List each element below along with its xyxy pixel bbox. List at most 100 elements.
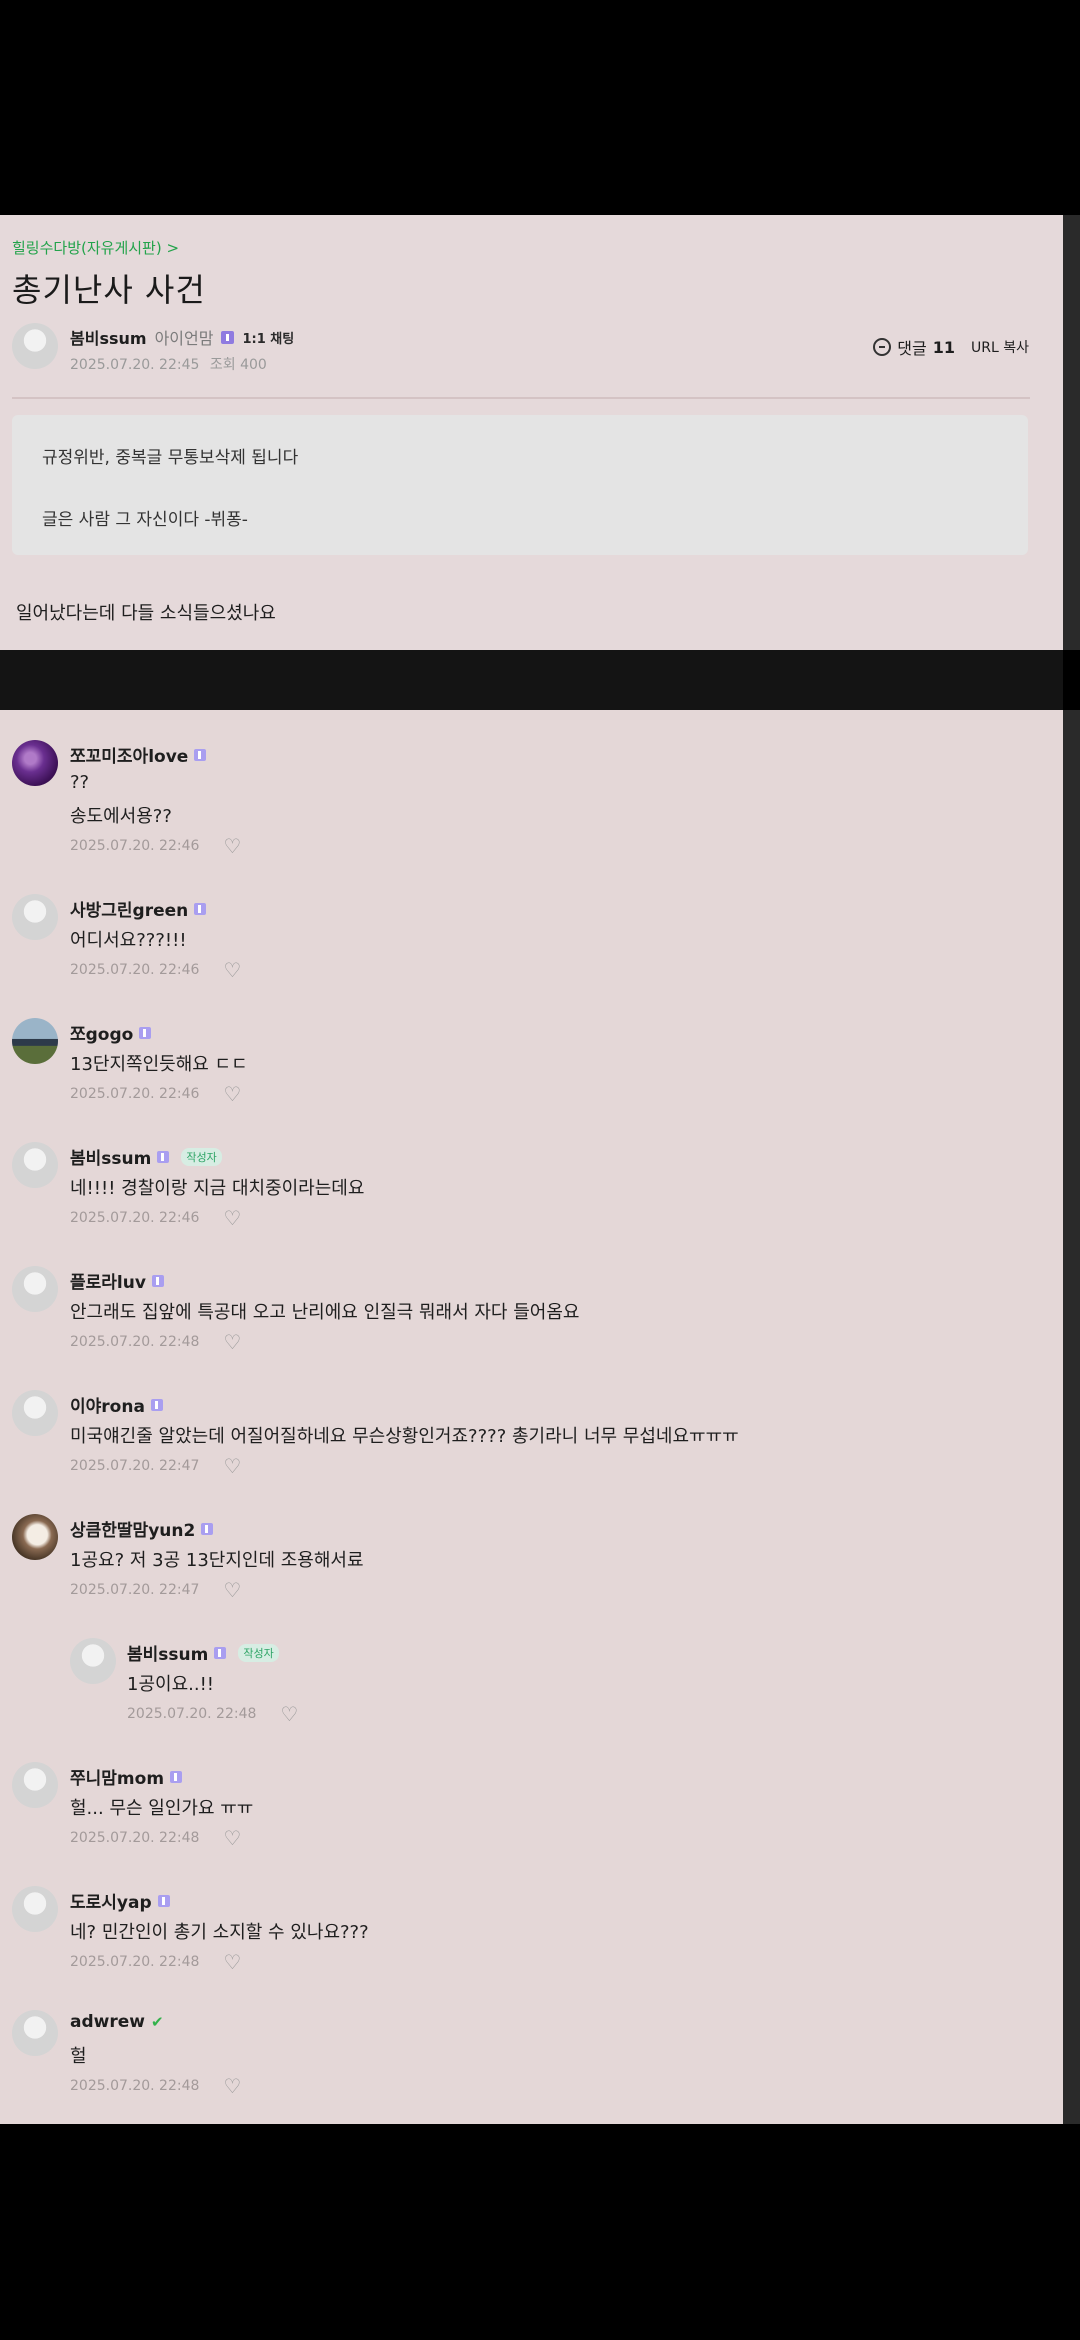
comment-time: 2025.07.20. 22:47 <box>70 1458 200 1474</box>
author-tag: 작성자 <box>238 1643 279 1662</box>
commenter-name[interactable]: 쭈니맘mom <box>70 1764 164 1789</box>
level-badge-icon <box>157 1894 170 1907</box>
heart-icon[interactable]: ♡ <box>223 1332 241 1352</box>
heart-icon[interactable]: ♡ <box>223 1580 241 1600</box>
post-title: 총기난사 사건 <box>12 271 206 309</box>
commenter-name-row: 사방그린green <box>70 896 207 921</box>
comment-text: 헐 <box>70 2046 87 2067</box>
comment-meta: 2025.07.20. 22:46 ♡ <box>70 960 241 980</box>
chat-button[interactable]: 1:1 채팅 <box>242 328 294 347</box>
post-panel: 힐링수다방(자유게시판) > 총기난사 사건 봄비ssum 아이언맘 1:1 채… <box>0 215 1063 650</box>
commenter-name[interactable]: 쪼gogo <box>70 1020 133 1045</box>
commenter-avatar[interactable] <box>12 1390 58 1436</box>
heart-icon[interactable]: ♡ <box>280 1704 298 1724</box>
comment-list: 쪼꼬미조아love ?? 송도에서용?? 2025.07.20. 22:46 ♡… <box>0 710 1063 2124</box>
comment-text: 네!!!! 경찰이랑 지금 대치중이라는데요 <box>70 1178 365 1199</box>
commenter-name[interactable]: 이야rona <box>70 1392 145 1417</box>
commenter-avatar[interactable] <box>12 894 58 940</box>
author-name[interactable]: 봄비ssum <box>70 325 147 349</box>
level-badge-icon <box>170 1770 183 1783</box>
level-badge-icon <box>194 902 207 915</box>
heart-icon[interactable]: ♡ <box>223 1456 241 1476</box>
comment-text: 송도에서용?? <box>70 806 172 827</box>
comment-meta: 2025.07.20. 22:46 ♡ <box>70 1208 241 1228</box>
commenter-name-row: 쭈니맘mom <box>70 1764 183 1789</box>
commenter-avatar[interactable] <box>12 1886 58 1932</box>
heart-icon[interactable]: ♡ <box>223 1828 241 1848</box>
comment-time: 2025.07.20. 22:48 <box>70 1954 200 1970</box>
comment-text: ?? <box>70 772 90 793</box>
comment-text: 13단지쪽인듯해요 ㄷㄷ <box>70 1054 248 1075</box>
notice-box: 규정위반, 중복글 무통보삭제 됩니다 글은 사람 그 자신이다 -뷔퐁- <box>12 415 1028 555</box>
commenter-name-row: 쪼gogo <box>70 1020 152 1045</box>
comment-text: 미국얘긴줄 알았는데 어질어질하네요 무슨상황인거죠???? 총기라니 너무 무… <box>70 1426 739 1447</box>
comment-text: 어디서요???!!! <box>70 930 187 951</box>
post-meta: 2025.07.20. 22:45 조회 400 <box>70 354 267 374</box>
comment-count-button[interactable]: 댓글 11 <box>873 335 955 359</box>
comment-meta: 2025.07.20. 22:48 ♡ <box>70 1952 241 1972</box>
post-views: 조회 400 <box>209 357 267 373</box>
comment-meta: 2025.07.20. 22:48 ♡ <box>70 1332 241 1352</box>
scrollbar[interactable] <box>1063 710 1080 2124</box>
commenter-name[interactable]: 쪼꼬미조아love <box>70 742 188 767</box>
commenter-name[interactable]: 상큼한딸맘yun2 <box>70 1516 195 1541</box>
notice-text: 규정위반, 중복글 무통보삭제 됩니다 <box>42 448 299 468</box>
comment-bubble-icon <box>873 338 892 356</box>
comment-time: 2025.07.20. 22:48 <box>127 1706 257 1722</box>
author-tag: 작성자 <box>181 1147 222 1166</box>
commenter-name[interactable]: 봄비ssum <box>70 1144 151 1169</box>
notice-quote: 글은 사람 그 자신이다 -뷔퐁- <box>42 510 248 530</box>
author-line: 봄비ssum 아이언맘 1:1 채팅 <box>70 325 294 349</box>
comment-time: 2025.07.20. 22:48 <box>70 1334 200 1350</box>
heart-icon[interactable]: ♡ <box>223 1208 241 1228</box>
comment-meta: 2025.07.20. 22:46 ♡ <box>70 836 241 856</box>
heart-icon[interactable]: ♡ <box>223 1084 241 1104</box>
author-level: 아이언맘 <box>154 329 214 348</box>
heart-icon[interactable]: ♡ <box>223 1952 241 1972</box>
commenter-avatar[interactable] <box>12 1018 58 1064</box>
heart-icon[interactable]: ♡ <box>223 960 241 980</box>
commenter-name[interactable]: 봄비ssum <box>127 1640 208 1665</box>
comment-meta: 2025.07.20. 22:47 ♡ <box>70 1580 241 1600</box>
breadcrumb[interactable]: 힐링수다방(자유게시판) > <box>12 237 179 258</box>
heart-icon[interactable]: ♡ <box>223 836 241 856</box>
comment-time: 2025.07.20. 22:47 <box>70 1582 200 1598</box>
commenter-name-row: 상큼한딸맘yun2 <box>70 1516 214 1541</box>
commenter-name-row: 플로라luv <box>70 1268 164 1293</box>
post-datetime: 2025.07.20. 22:45 <box>70 357 200 373</box>
commenter-name[interactable]: adwrew <box>70 2012 145 2032</box>
commenter-name[interactable]: 사방그린green <box>70 896 188 921</box>
heart-icon[interactable]: ♡ <box>223 2076 241 2096</box>
commenter-name-row: 봄비ssum 작성자 <box>127 1640 279 1665</box>
commenter-name[interactable]: 도로시yap <box>70 1888 152 1913</box>
commenter-name-row: 이야rona <box>70 1392 163 1417</box>
comment-time: 2025.07.20. 22:48 <box>70 1830 200 1846</box>
level-badge-icon <box>151 1274 164 1287</box>
commenter-avatar[interactable] <box>12 1514 58 1560</box>
comment-text: 1공이요..!! <box>127 1674 215 1695</box>
comment-text: 헐... 무슨 일인가요 ㅠㅠ <box>70 1798 254 1819</box>
comment-meta: 2025.07.20. 22:46 ♡ <box>70 1084 241 1104</box>
level-badge-icon <box>157 1150 170 1163</box>
level-badge-icon <box>150 1398 163 1411</box>
comment-text: 1공요? 저 3공 13단지인데 조용해서료 <box>70 1550 364 1571</box>
commenter-avatar[interactable] <box>12 2010 58 2056</box>
commenter-avatar[interactable] <box>12 1266 58 1312</box>
commenter-avatar[interactable] <box>12 1762 58 1808</box>
comment-count: 11 <box>932 337 955 357</box>
author-avatar[interactable] <box>12 323 58 369</box>
level-badge-icon <box>139 1026 152 1039</box>
comment-time: 2025.07.20. 22:46 <box>70 1086 200 1102</box>
commenter-avatar[interactable] <box>70 1638 116 1684</box>
comment-time: 2025.07.20. 22:46 <box>70 962 200 978</box>
comment-meta: 2025.07.20. 22:48 ♡ <box>127 1704 298 1724</box>
commenter-name-row: 쪼꼬미조아love <box>70 742 207 767</box>
commenter-avatar[interactable] <box>12 1142 58 1188</box>
scrollbar[interactable] <box>1063 215 1080 650</box>
commenter-avatar[interactable] <box>12 740 58 786</box>
comment-time: 2025.07.20. 22:46 <box>70 838 200 854</box>
url-copy-button[interactable]: URL 복사 <box>971 337 1029 357</box>
level-badge-icon <box>201 1522 214 1535</box>
commenter-name[interactable]: 플로라luv <box>70 1268 146 1293</box>
divider <box>12 397 1030 399</box>
